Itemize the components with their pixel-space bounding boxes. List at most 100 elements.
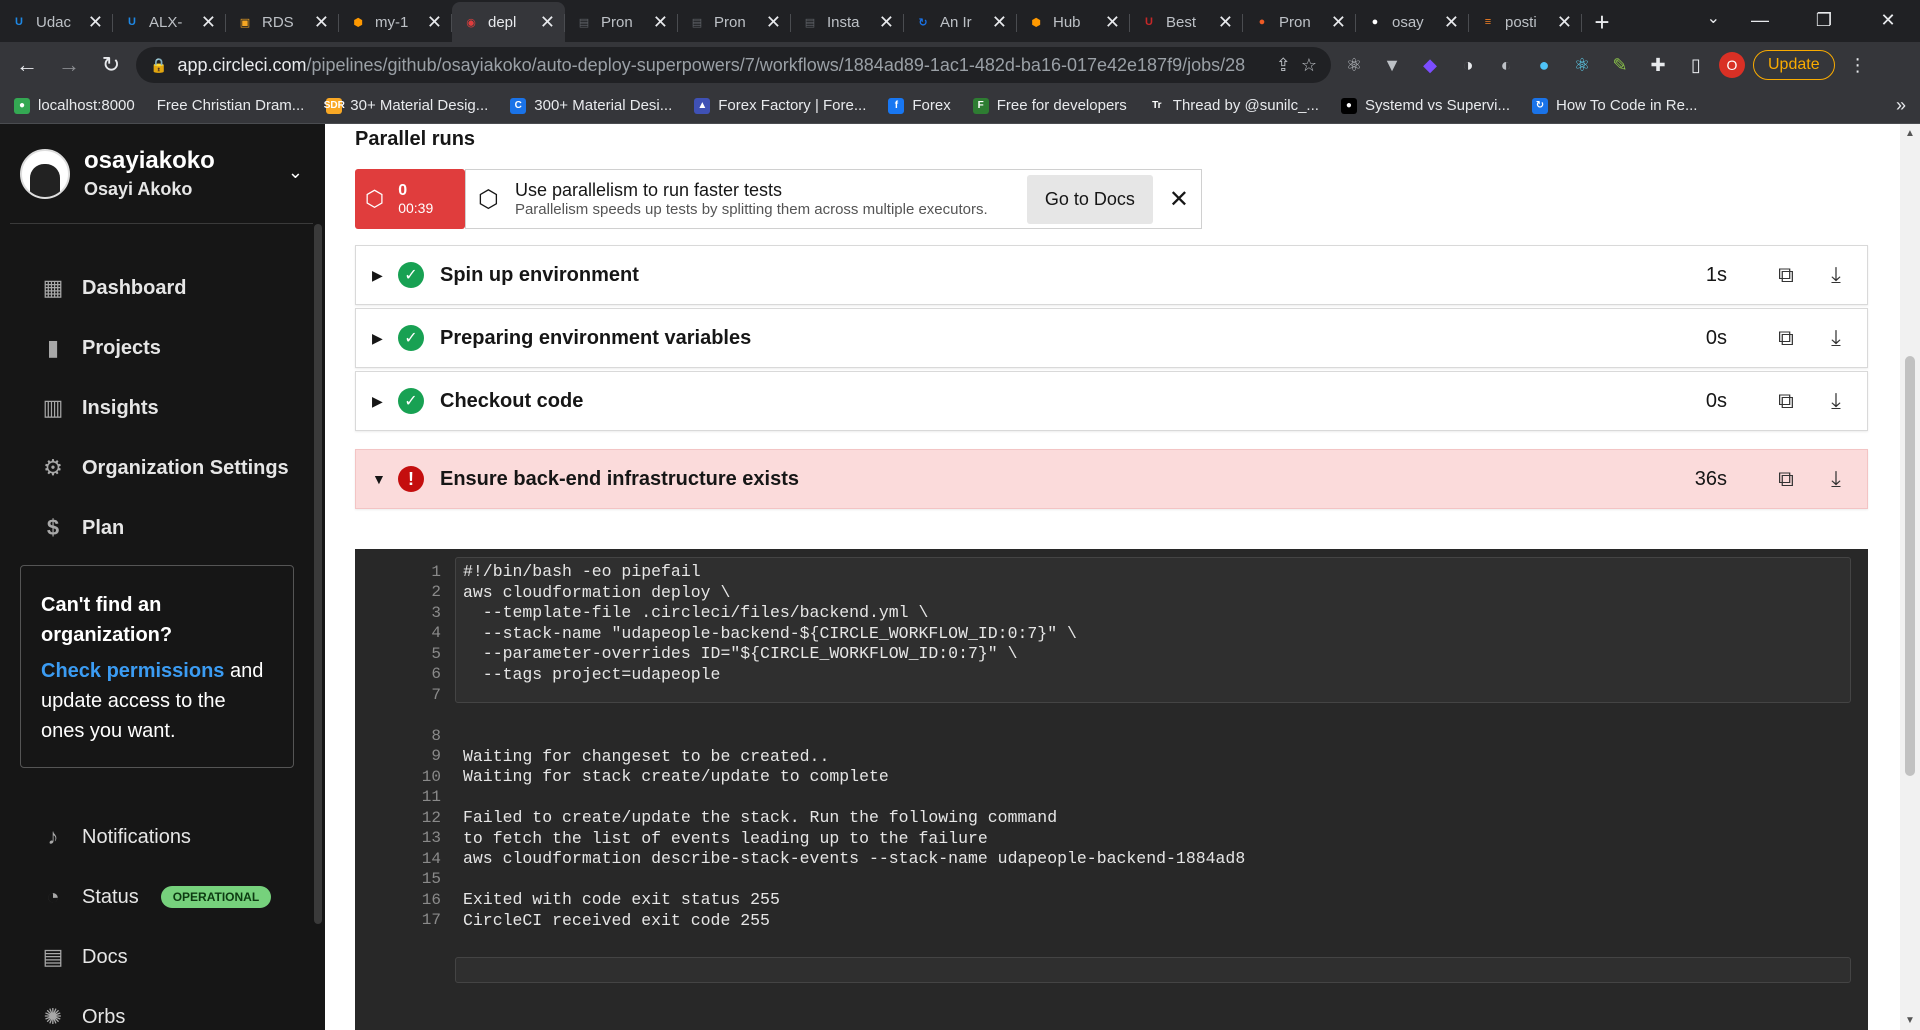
close-window-button[interactable]: ✕ <box>1856 0 1920 40</box>
back-button[interactable]: ← <box>10 48 44 82</box>
browser-tab[interactable]: ◉ depl ✕ <box>452 2 565 42</box>
extensions-puzzle-icon[interactable]: ✚ <box>1643 50 1673 80</box>
close-tab-icon[interactable]: ✕ <box>1218 12 1233 33</box>
browser-tab[interactable]: U ALX- ✕ <box>113 2 226 42</box>
tab-search-icon[interactable]: ⌄ <box>1707 8 1720 28</box>
browser-tab[interactable]: ▤ Insta ✕ <box>791 2 904 42</box>
browser-tab[interactable]: ▤ Pron ✕ <box>565 2 678 42</box>
sidebar-scrollbar[interactable] <box>314 224 322 924</box>
close-icon[interactable]: ✕ <box>1169 185 1189 214</box>
menu-icon[interactable]: ⋮ <box>1843 50 1873 80</box>
bookmark-item[interactable]: SDR 30+ Material Desig... <box>324 97 489 114</box>
download-icon[interactable]: ⤓ <box>1821 466 1851 492</box>
forward-button[interactable]: → <box>52 48 86 82</box>
caret-right-icon[interactable]: ▶ <box>372 393 392 410</box>
star-icon[interactable]: ☆ <box>1301 55 1317 76</box>
download-icon[interactable]: ⤓ <box>1821 388 1851 414</box>
extension-icon[interactable]: ● <box>1529 50 1559 80</box>
react-devtools-icon[interactable]: ⚛ <box>1339 50 1369 80</box>
org-switcher[interactable]: osayiakoko Osayi Akoko ⌄ <box>10 124 313 224</box>
scroll-up-arrow[interactable]: ▲ <box>1905 128 1915 139</box>
bookmark-item[interactable]: ● localhost:8000 <box>14 97 135 114</box>
address-bar[interactable]: 🔒 app.circleci.com/pipelines/github/osay… <box>136 47 1331 83</box>
bookmark-item[interactable]: C 300+ Material Desi... <box>510 97 672 114</box>
download-icon[interactable]: ⤓ <box>1821 325 1851 351</box>
step-checkout-code[interactable]: ▶ ✓ Checkout code 0s ⧉ ⤓ <box>355 371 1868 431</box>
close-tab-icon[interactable]: ✕ <box>766 12 781 33</box>
parallel-run-0[interactable]: ⬡ 0 00:39 <box>355 169 465 229</box>
step-spin-up-environment[interactable]: ▶ ✓ Spin up environment 1s ⧉ ⤓ <box>355 245 1868 305</box>
scrollbar-thumb[interactable] <box>1905 356 1915 776</box>
sidebar-item-organization-settings[interactable]: ⚙ Organization Settings <box>40 438 289 498</box>
go-to-docs-button[interactable]: Go to Docs <box>1026 174 1153 224</box>
sidebar-item-projects[interactable]: ▮ Projects <box>40 318 289 378</box>
bookmark-item[interactable]: f Forex <box>888 97 951 114</box>
open-external-icon[interactable]: ⧉ <box>1771 262 1801 288</box>
caret-down-icon[interactable]: ▼ <box>372 471 392 487</box>
sidebar-item-insights[interactable]: ▥ Insights <box>40 378 289 438</box>
maximize-button[interactable]: ❐ <box>1792 0 1856 40</box>
scroll-down-arrow[interactable]: ▼ <box>1905 1015 1915 1026</box>
close-tab-icon[interactable]: ✕ <box>1105 12 1120 33</box>
close-tab-icon[interactable]: ✕ <box>427 12 442 33</box>
eyedropper-icon[interactable]: ✎ <box>1605 50 1635 80</box>
open-external-icon[interactable]: ⧉ <box>1771 325 1801 351</box>
caret-right-icon[interactable]: ▶ <box>372 267 392 284</box>
close-tab-icon[interactable]: ✕ <box>314 12 329 33</box>
open-external-icon[interactable]: ⧉ <box>1771 466 1801 492</box>
profile-avatar[interactable]: O <box>1719 52 1745 78</box>
close-tab-icon[interactable]: ✕ <box>1331 12 1346 33</box>
browser-tab[interactable]: ↻ An Ir ✕ <box>904 2 1017 42</box>
download-icon[interactable]: ⤓ <box>1821 262 1851 288</box>
browser-tab[interactable]: ● Pron ✕ <box>1243 2 1356 42</box>
more-bookmarks-icon[interactable]: » <box>1896 95 1906 116</box>
react-icon[interactable]: ⚛ <box>1567 50 1597 80</box>
page-scrollbar[interactable]: ▲ ▼ <box>1900 124 1920 1030</box>
bookmark-item[interactable]: F Free for developers <box>972 97 1127 114</box>
browser-tab[interactable]: U Best ✕ <box>1130 2 1243 42</box>
browser-tab[interactable]: ▤ Pron ✕ <box>678 2 791 42</box>
open-external-icon[interactable]: ⧉ <box>1771 388 1801 414</box>
step-output-terminal[interactable]: 1 #!/bin/bash -eo pipefail 2 aws cloudforma… <box>355 549 1868 1030</box>
close-tab-icon[interactable]: ✕ <box>88 12 103 33</box>
browser-tab[interactable]: ≡ posti ✕ <box>1469 2 1582 42</box>
update-button[interactable]: Update <box>1753 50 1835 80</box>
extension-icon[interactable]: ◆ <box>1415 50 1445 80</box>
extension-icon[interactable]: ◐ <box>1491 50 1521 80</box>
sidebar-item-orbs[interactable]: ✺ Orbs <box>40 987 271 1030</box>
vue-devtools-icon[interactable]: ▼ <box>1377 50 1407 80</box>
browser-tab[interactable]: ⬢ Hub ✕ <box>1017 2 1130 42</box>
check-permissions-link[interactable]: Check permissions <box>41 660 224 682</box>
bookmark-item[interactable]: ↻ How To Code in Re... <box>1532 97 1697 114</box>
sidebar-item-dashboard[interactable]: ▦ Dashboard <box>40 258 289 318</box>
browser-tab[interactable]: ▣ RDS ✕ <box>226 2 339 42</box>
close-tab-icon[interactable]: ✕ <box>992 12 1007 33</box>
close-tab-icon[interactable]: ✕ <box>653 12 668 33</box>
new-tab-button[interactable]: + <box>1582 2 1622 42</box>
side-panel-icon[interactable]: ▯ <box>1681 50 1711 80</box>
bookmark-item[interactable]: ▲ Forex Factory | Fore... <box>694 97 866 114</box>
reload-button[interactable]: ↻ <box>94 48 128 82</box>
sidebar-item-notifications[interactable]: ♪ Notifications <box>40 807 271 867</box>
browser-tab[interactable]: ● osay ✕ <box>1356 2 1469 42</box>
browser-tab[interactable]: U Udac ✕ <box>0 2 113 42</box>
step-ensure-backend-infrastructure[interactable]: ▼ ! Ensure back-end infrastructure exist… <box>355 449 1868 509</box>
minimize-button[interactable]: — <box>1728 0 1792 40</box>
close-tab-icon[interactable]: ✕ <box>1444 12 1459 33</box>
sidebar-item-plan[interactable]: $ Plan <box>40 498 289 558</box>
close-tab-icon[interactable]: ✕ <box>540 12 555 33</box>
share-icon[interactable]: ⇪ <box>1276 55 1291 76</box>
sidebar-item-docs[interactable]: ▤ Docs <box>40 927 271 987</box>
bookmark-item[interactable]: Free Christian Dram... <box>157 97 305 114</box>
browser-tab[interactable]: ⬢ my-1 ✕ <box>339 2 452 42</box>
bookmark-item[interactable]: ● Systemd vs Supervi... <box>1340 97 1510 114</box>
bookmark-item[interactable]: Tr Thread by @sunilc_... <box>1148 97 1319 114</box>
caret-right-icon[interactable]: ▶ <box>372 330 392 347</box>
chevron-down-icon[interactable]: ⌄ <box>288 162 303 183</box>
extension-icon[interactable]: ◑ <box>1453 50 1483 80</box>
close-tab-icon[interactable]: ✕ <box>1557 12 1572 33</box>
close-tab-icon[interactable]: ✕ <box>201 12 216 33</box>
step-preparing-environment-variables[interactable]: ▶ ✓ Preparing environment variables 0s ⧉… <box>355 308 1868 368</box>
sidebar-item-status[interactable]: ◔ Status OPERATIONAL <box>40 867 272 927</box>
close-tab-icon[interactable]: ✕ <box>879 12 894 33</box>
